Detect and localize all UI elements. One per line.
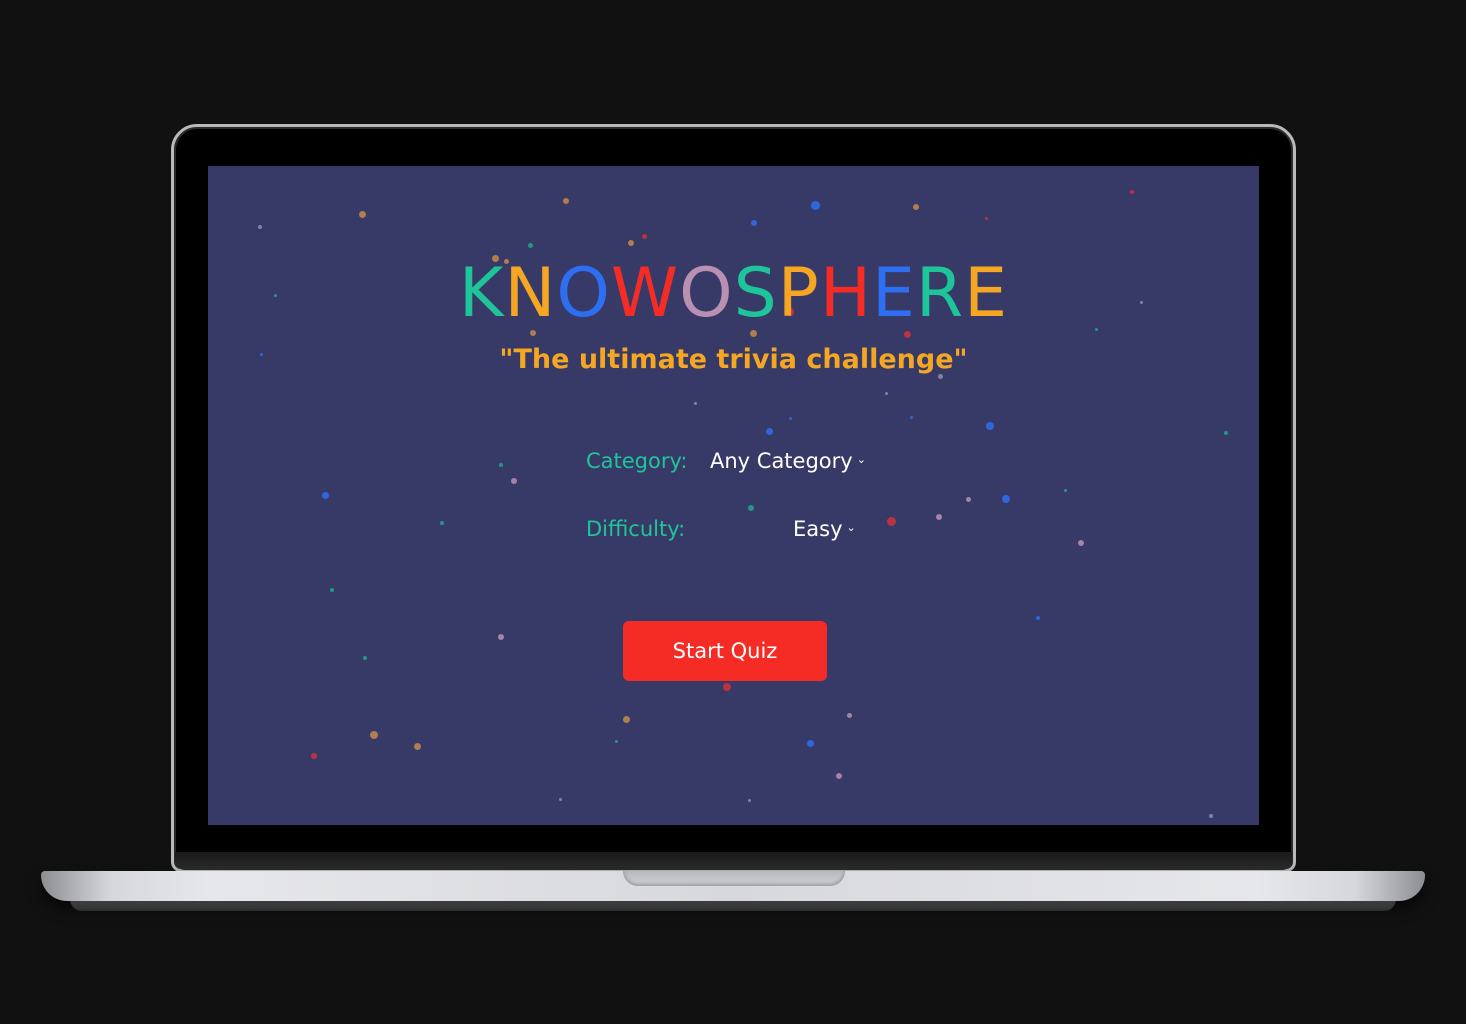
confetti-dot: [370, 731, 378, 739]
confetti-dot: [1078, 540, 1084, 546]
difficulty-label: Difficulty:: [586, 517, 686, 541]
title-letter: E: [871, 254, 916, 333]
difficulty-select-value: Easy: [793, 517, 843, 541]
title-letter: E: [964, 254, 1009, 333]
confetti-dot: [748, 505, 754, 511]
confetti-dot: [614, 739, 618, 743]
laptop-notch: [623, 871, 845, 886]
confetti-dot: [628, 240, 634, 246]
confetti-dot: [884, 391, 888, 395]
category-label: Category:: [586, 449, 688, 473]
title-letter: W: [610, 254, 680, 333]
confetti-dot: [363, 656, 367, 660]
title-letter: K: [458, 254, 505, 333]
tagline: "The ultimate trivia challenge": [499, 344, 968, 375]
category-select[interactable]: Any Category ⌄: [710, 447, 866, 476]
confetti-dot: [693, 401, 697, 405]
confetti-dot: [622, 715, 630, 723]
confetti-dot: [1224, 431, 1228, 435]
laptop-hinge: [175, 852, 1292, 870]
confetti-dot: [723, 683, 731, 691]
confetti-dot: [1209, 814, 1213, 818]
category-select-value: Any Category: [710, 449, 853, 473]
confetti-dot: [886, 516, 896, 526]
title-letter: O: [679, 254, 734, 333]
app-title: KNOWOSPHERE: [208, 254, 1259, 334]
confetti-dot: [499, 463, 503, 467]
confetti-dot: [836, 773, 842, 779]
confetti-dot: [788, 416, 792, 420]
confetti-dot: [321, 491, 329, 499]
confetti-dot: [806, 739, 814, 747]
title-letter: S: [733, 254, 778, 333]
chevron-down-icon: ⌄: [846, 521, 856, 534]
confetti-dot: [913, 204, 919, 210]
confetti-dot: [1063, 488, 1067, 492]
confetti-dot: [330, 588, 334, 592]
confetti-dot: [641, 233, 647, 239]
title-letter: R: [915, 254, 965, 333]
start-quiz-button[interactable]: Start Quiz: [623, 621, 827, 681]
confetti-dot: [258, 225, 262, 229]
confetti-dot: [765, 427, 773, 435]
confetti-dot: [511, 478, 517, 484]
app-screen: KNOWOSPHERE "The ultimate trivia challen…: [208, 166, 1259, 825]
confetti-dot: [1002, 495, 1010, 503]
confetti-dot: [413, 742, 421, 750]
chevron-down-icon: ⌄: [856, 453, 866, 466]
confetti-dot: [747, 798, 751, 802]
confetti-dot: [311, 753, 317, 759]
confetti-dot: [527, 242, 533, 248]
title-letter: O: [556, 254, 611, 333]
confetti-dot: [1130, 190, 1134, 194]
title-letter: N: [504, 254, 557, 333]
confetti-dot: [751, 220, 757, 226]
confetti-dot: [358, 210, 366, 218]
title-letter: P: [777, 254, 820, 333]
confetti-dot: [984, 216, 988, 220]
difficulty-select[interactable]: Easy ⌄: [793, 515, 856, 544]
confetti-dot: [810, 200, 820, 210]
confetti-dot: [846, 712, 852, 718]
title-letter: H: [819, 254, 872, 333]
confetti-dot: [498, 634, 504, 640]
confetti-dot: [563, 198, 569, 204]
confetti-dot: [1036, 616, 1040, 620]
confetti-dot: [440, 521, 444, 525]
confetti-dot: [558, 797, 562, 801]
confetti-dot: [986, 422, 994, 430]
confetti-dot: [936, 514, 942, 520]
confetti-dot: [909, 415, 913, 419]
device-mockup: KNOWOSPHERE "The ultimate trivia challen…: [0, 0, 1466, 1024]
confetti-dot: [965, 496, 971, 502]
